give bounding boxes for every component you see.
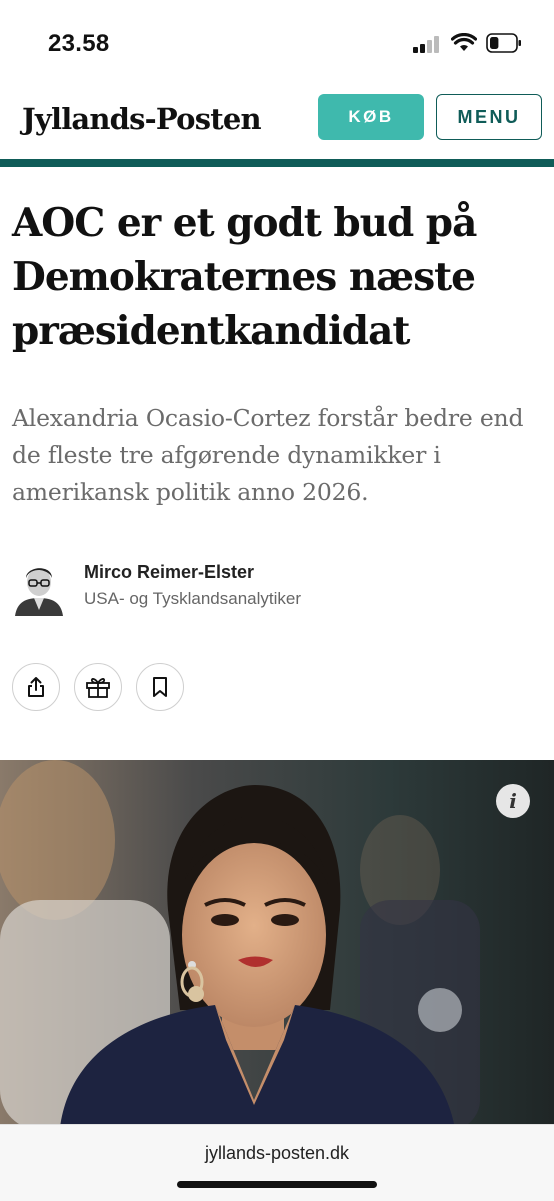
menu-button[interactable]: MENU <box>436 94 542 140</box>
share-button[interactable] <box>12 663 60 711</box>
hero-photo <box>0 760 554 1128</box>
cellular-signal-icon <box>413 35 443 53</box>
bookmark-button[interactable] <box>136 663 184 711</box>
site-header: Jyllands-Posten KØB MENU <box>0 80 554 160</box>
url-text[interactable]: jyllands-posten.dk <box>0 1143 554 1164</box>
gift-button[interactable] <box>74 663 122 711</box>
status-bar: 23.58 <box>0 0 554 80</box>
status-time: 23.58 <box>48 30 110 57</box>
author-title: USA- og Tysklandsanalytiker <box>84 589 302 608</box>
wifi-icon <box>451 33 477 51</box>
home-indicator <box>177 1181 377 1188</box>
site-logo[interactable]: Jyllands-Posten <box>22 102 262 136</box>
share-icon <box>28 677 44 697</box>
article-hero-image[interactable] <box>0 760 554 1128</box>
author-name[interactable]: Mirco Reimer-Elster <box>84 562 254 583</box>
header-divider <box>0 159 554 167</box>
battery-icon <box>486 33 521 53</box>
browser-url-bar[interactable]: jyllands-posten.dk <box>0 1124 554 1201</box>
buy-button[interactable]: KØB <box>318 94 424 140</box>
bookmark-icon <box>153 677 167 697</box>
article-headline: AOC er et godt bud på Demokraternes næst… <box>12 200 477 354</box>
gift-icon <box>86 678 110 698</box>
article-lede: Alexandria Ocasio-Cortez forstår bedre e… <box>12 404 524 506</box>
info-icon[interactable]: i <box>496 784 530 818</box>
author-avatar <box>12 558 66 616</box>
